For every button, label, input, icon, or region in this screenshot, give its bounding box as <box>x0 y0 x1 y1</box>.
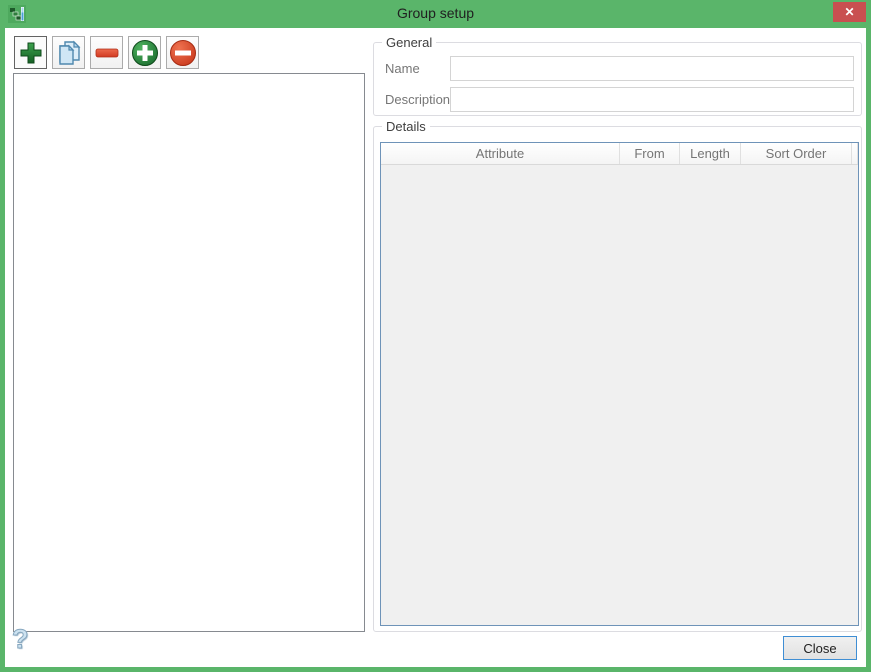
red-minus-circle-icon <box>169 39 197 67</box>
remove-detail-button[interactable] <box>166 36 199 69</box>
details-table[interactable]: Attribute From Length Sort Order <box>380 142 859 626</box>
group-setup-window: Group setup ✕ ? General Name Description… <box>0 0 871 672</box>
details-groupbox: Details Attribute From Length Sort Order <box>373 119 862 632</box>
add-group-button[interactable] <box>14 36 47 69</box>
green-plus-circle-icon <box>131 39 159 67</box>
red-minus-icon <box>94 40 120 66</box>
help-icon[interactable]: ? <box>12 624 36 655</box>
green-plus-icon <box>19 41 43 65</box>
titlebar: Group setup ✕ <box>0 0 871 28</box>
copy-icon <box>56 40 82 66</box>
toolbar <box>14 36 199 69</box>
window-title: Group setup <box>396 5 475 21</box>
copy-group-button[interactable] <box>52 36 85 69</box>
column-header-from[interactable]: From <box>620 143 680 164</box>
name-input[interactable] <box>450 56 854 81</box>
column-header-length[interactable]: Length <box>680 143 741 164</box>
general-legend: General <box>382 35 437 50</box>
add-detail-button[interactable] <box>128 36 161 69</box>
details-legend: Details <box>382 119 430 134</box>
details-table-header: Attribute From Length Sort Order <box>381 143 858 165</box>
remove-group-button[interactable] <box>90 36 123 69</box>
group-list[interactable] <box>13 73 365 632</box>
dialog-content: ? General Name Description Details Attri… <box>5 28 866 667</box>
column-header-sort-order[interactable]: Sort Order <box>741 143 852 164</box>
details-table-body <box>381 165 858 625</box>
description-label: Description <box>385 92 451 107</box>
column-header-attribute[interactable]: Attribute <box>381 143 620 164</box>
close-icon: ✕ <box>844 5 855 19</box>
general-groupbox: General Name Description <box>373 35 862 116</box>
column-header-filler <box>852 143 858 164</box>
window-close-button[interactable]: ✕ <box>833 2 866 22</box>
description-input[interactable] <box>450 87 854 112</box>
close-button[interactable]: Close <box>783 636 857 660</box>
name-label: Name <box>385 61 420 76</box>
